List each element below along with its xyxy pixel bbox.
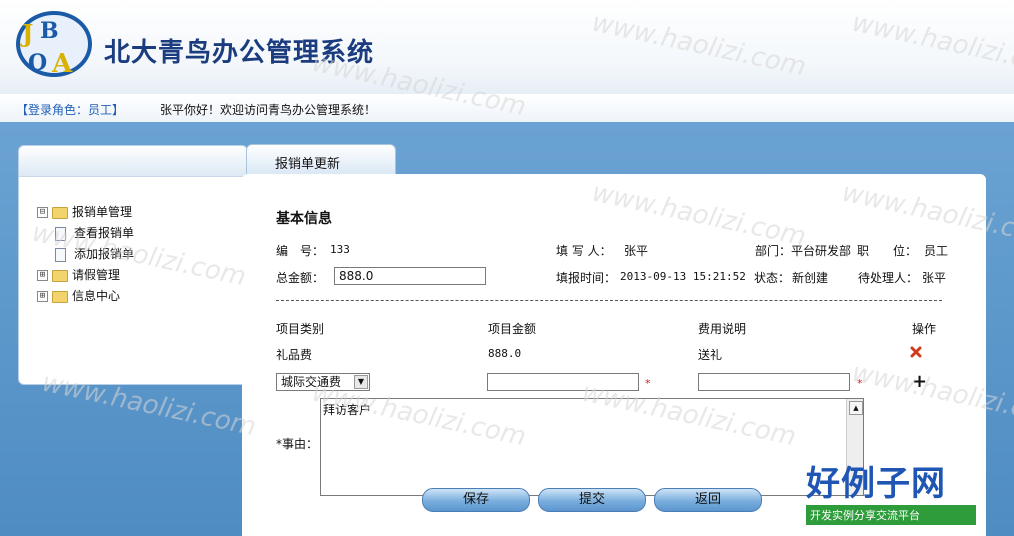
svg-text:A: A: [51, 49, 73, 79]
submit-button[interactable]: 提交: [538, 488, 646, 512]
document-icon: [55, 226, 66, 241]
row-description: 送礼: [698, 348, 723, 362]
svg-text:O: O: [28, 50, 47, 76]
folder-icon: [52, 269, 68, 282]
row-amount: 888.0: [488, 347, 522, 360]
writer-value: 张平: [624, 244, 649, 258]
column-header-description: 费用说明: [698, 322, 747, 336]
collapse-icon[interactable]: ⊟: [37, 207, 48, 218]
total-amount-input[interactable]: 888.0: [334, 267, 486, 285]
handler-value: 张平: [922, 271, 947, 285]
sidebar-item-label: 请假管理: [72, 268, 121, 282]
expand-icon[interactable]: ⊞: [37, 270, 48, 281]
login-role: 【登录角色：员工】: [16, 103, 125, 117]
expand-icon[interactable]: ⊞: [37, 291, 48, 302]
brand-watermark: 好例子网 开发实例分享交流平台: [806, 456, 982, 526]
column-header-amount: 项目金额: [488, 322, 537, 336]
amount-input[interactable]: [487, 373, 639, 391]
sidebar-item-add-expense[interactable]: 添加报销单: [37, 244, 134, 265]
sidebar-header: [19, 146, 247, 177]
folder-open-icon: [52, 206, 68, 219]
sidebar-item-expense[interactable]: ⊟ 报销单管理: [37, 202, 134, 223]
row-category: 礼品费: [276, 348, 313, 362]
dept-label: 部门：: [755, 244, 792, 258]
total-label: 总金额：: [276, 271, 325, 285]
writer-label: 填 写 人：: [556, 244, 612, 258]
sidebar-item-label: 信息中心: [72, 289, 121, 303]
sidebar-item-view-expense[interactable]: 查看报销单: [37, 223, 134, 244]
tab-expense-update[interactable]: 报销单更新: [246, 144, 396, 175]
tab-label: 报销单更新: [275, 157, 341, 172]
status-label: 状态：: [754, 271, 791, 285]
folder-icon: [52, 290, 68, 303]
system-title: 北大青鸟办公管理系统: [104, 38, 375, 68]
required-mark: *: [857, 377, 863, 390]
position-value: 员工: [924, 244, 949, 258]
sidebar-item-label: 查看报销单: [74, 226, 135, 240]
required-mark: *: [645, 377, 651, 390]
svg-text:B: B: [40, 18, 59, 44]
category-select[interactable]: 城际交通费 ▼: [276, 373, 370, 391]
chevron-down-icon[interactable]: ▼: [354, 375, 368, 389]
column-header-action: 操作: [912, 322, 937, 336]
sidebar-item-label: 报销单管理: [72, 205, 133, 219]
reason-text: 拜访客户: [323, 403, 372, 417]
jboa-logo: J B O A: [14, 8, 94, 80]
section-title: 基本信息: [276, 211, 332, 227]
reason-textarea[interactable]: 拜访客户 ▲: [320, 398, 864, 496]
brand-subtitle: 开发实例分享交流平台: [806, 505, 976, 525]
position-label: 职 位：: [857, 244, 918, 258]
column-header-category: 项目类别: [276, 322, 325, 336]
info-bar: [0, 94, 1014, 122]
time-value: 2013-09-13 15:21:52: [620, 270, 746, 283]
reason-label: *事由：: [276, 437, 319, 451]
nav-tree: ⊟ 报销单管理 查看报销单 添加报销单 ⊞ 请假管理 ⊞ 信息中心: [37, 202, 134, 307]
document-icon: [55, 247, 66, 262]
save-button[interactable]: 保存: [422, 488, 530, 512]
sidebar-item-label: 添加报销单: [74, 247, 135, 261]
description-input[interactable]: [698, 373, 850, 391]
sidebar: ⊟ 报销单管理 查看报销单 添加报销单 ⊞ 请假管理 ⊞ 信息中心: [18, 145, 248, 385]
divider: [276, 300, 942, 301]
number-value: 133: [330, 243, 350, 256]
brand-title: 好例子网: [806, 464, 946, 504]
svg-text:J: J: [20, 19, 33, 48]
dept-value: 平台研发部: [791, 244, 852, 258]
category-select-value: 城际交通费: [281, 375, 342, 389]
time-label: 填报时间：: [556, 271, 617, 285]
number-label: 编 号：: [276, 244, 325, 258]
status-value: 新创建: [792, 271, 829, 285]
back-button[interactable]: 返回: [654, 488, 762, 512]
sidebar-item-info-center[interactable]: ⊞ 信息中心: [37, 286, 134, 307]
scroll-up-icon[interactable]: ▲: [849, 401, 863, 415]
sidebar-item-leave[interactable]: ⊞ 请假管理: [37, 265, 134, 286]
add-row-icon[interactable]: +: [912, 371, 927, 392]
delete-row-icon[interactable]: [910, 346, 922, 358]
welcome-text: 张平你好！欢迎访问青鸟办公管理系统！: [160, 103, 377, 117]
handler-label: 待处理人：: [858, 271, 919, 285]
